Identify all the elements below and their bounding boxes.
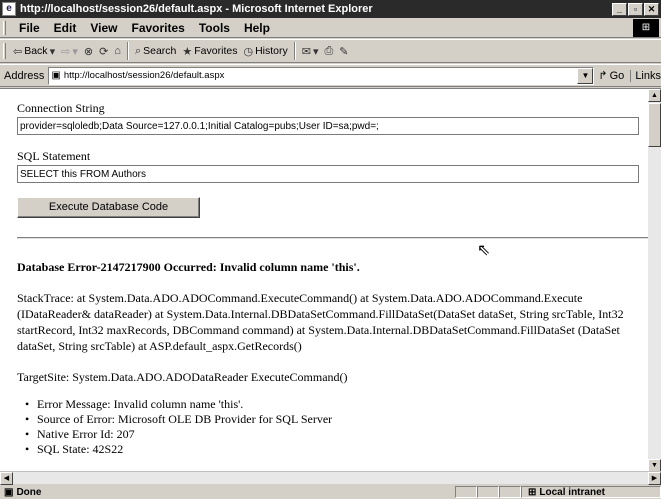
execute-database-code-button[interactable]: Execute Database Code [17,197,200,218]
favorites-label: Favorites [194,45,238,57]
maximize-button[interactable]: ▫ [628,2,643,16]
print-icon: ⎙ [324,44,334,57]
address-input[interactable]: ▣ http://localhost/session26/default.asp… [48,66,595,85]
favorites-icon: ★ [182,45,193,58]
menu-file[interactable]: File [12,21,47,35]
mail-button[interactable]: ✉ ▾ [299,41,322,61]
status-label: Done [16,486,42,498]
mouse-pointer-icon: ⇖ [477,240,491,259]
close-button[interactable]: ✕ [644,2,659,16]
stop-button[interactable]: ⊗ [81,41,96,61]
back-arrow-icon: ⇦ [13,45,23,58]
page-done-icon: ▣ [4,486,14,498]
home-button[interactable]: ⌂ [111,41,124,61]
menu-tools[interactable]: Tools [192,21,237,35]
toolbar-separator [126,42,129,60]
menu-favorites[interactable]: Favorites [124,21,191,35]
address-url: http://localhost/session26/default.aspx [63,70,225,81]
status-bar: ▣ Done ⊞ Local intranet [0,485,661,499]
sql-statement-input[interactable]: SELECT this FROM Authors [17,165,639,183]
menu-view[interactable]: View [83,21,124,35]
list-item: SQL State: 42S22 [25,442,648,457]
go-label: Go [609,69,625,82]
title-bar: e http://localhost/session26/default.asp… [0,0,661,18]
horizontal-rule [17,237,648,239]
window-controls: _ ▫ ✕ [612,2,659,16]
toolbar-grip[interactable] [3,43,6,59]
scroll-up-icon[interactable]: ▲ [648,89,661,102]
go-button[interactable]: ↱ Go [598,69,625,83]
scroll-down-icon[interactable]: ▼ [648,459,661,471]
vertical-scrollbar[interactable]: ▲ ▼ [648,89,661,471]
go-arrow-icon: ↱ [598,70,608,82]
toolbar-separator [293,42,296,60]
horizontal-scrollbar[interactable]: ◀ ▶ [0,471,661,485]
address-dropdown-icon[interactable]: ▼ [577,67,594,84]
edit-icon: ✎ [339,45,349,58]
forward-button[interactable]: ⇨ ▾ [58,41,81,61]
menu-bar: File Edit View Favorites Tools Help ⊞ [0,18,661,38]
connection-string-input[interactable]: provider=sqloledb;Data Source=127.0.0.1;… [17,117,639,135]
refresh-icon: ⟳ [99,45,109,58]
mail-icon: ✉ [301,45,311,58]
search-button[interactable]: ⌕ Search [132,41,179,61]
edit-button[interactable]: ✎ [336,41,351,61]
forward-arrow-icon: ⇨ [61,45,71,58]
history-icon: ◷ [243,45,254,58]
back-button[interactable]: ⇦ Back ▾ [10,41,58,61]
error-heading: Database Error-2147217900 Occurred: Inva… [17,260,360,274]
status-text: ▣ Done [0,487,455,498]
zone-label: Local intranet [539,486,605,498]
ie-page-icon: e [2,2,16,16]
links-button[interactable]: Links [630,69,661,82]
menu-grip[interactable] [3,20,6,35]
list-item: Native Error Id: 207 [25,427,648,442]
dropdown-arrow-icon: ▾ [72,45,78,58]
scroll-left-icon[interactable]: ◀ [0,472,13,485]
standard-toolbar: ⇦ Back ▾ ⇨ ▾ ⊗ ⟳ ⌂ ⌕ Search ★ Favorites … [0,39,661,63]
stop-icon: ⊗ [83,45,94,58]
status-pane [477,486,499,498]
favorites-button[interactable]: ★ Favorites [179,41,240,61]
sql-statement-label: SQL Statement [17,149,91,163]
address-label: Address [4,69,45,82]
status-pane [499,486,521,498]
address-bar: Address ▣ http://localhost/session26/def… [0,64,661,87]
status-pane [455,486,477,498]
print-button[interactable]: ⎙ [321,41,336,61]
scroll-right-icon[interactable]: ▶ [648,472,661,485]
minimize-button[interactable]: _ [612,2,627,16]
history-label: History [255,45,288,57]
history-button[interactable]: ◷ History [240,41,290,61]
back-label: Back [24,45,48,57]
vertical-scroll-thumb[interactable] [648,103,661,147]
windows-logo-icon: ⊞ [633,18,659,37]
list-item: Source of Error: Microsoft OLE DB Provid… [25,412,648,427]
window-title: http://localhost/session26/default.aspx … [20,3,373,15]
home-icon: ⌂ [114,45,121,57]
search-label: Search [143,45,177,57]
dropdown-arrow-icon: ▾ [312,45,319,58]
refresh-button[interactable]: ⟳ [96,41,111,61]
connection-string-label: Connection String [17,101,105,115]
security-zone: ⊞ Local intranet [521,486,661,498]
menu-help[interactable]: Help [237,21,277,35]
page-content: Connection String provider=sqloledb;Data… [0,89,648,471]
search-icon: ⌕ [134,44,142,57]
targetsite-text: TargetSite: System.Data.ADO.ADODataReade… [17,370,348,384]
dropdown-arrow-icon: ▾ [49,45,56,58]
error-details-list: Error Message: Invalid column name 'this… [17,397,648,457]
page-viewport: Connection String provider=sqloledb;Data… [0,88,661,471]
list-item: Error Message: Invalid column name 'this… [25,397,648,412]
menu-edit[interactable]: Edit [47,21,84,35]
intranet-icon: ⊞ [528,486,537,498]
page-icon: ▣ [51,70,61,81]
stacktrace-text: StackTrace: at System.Data.ADO.ADOComman… [17,291,624,353]
